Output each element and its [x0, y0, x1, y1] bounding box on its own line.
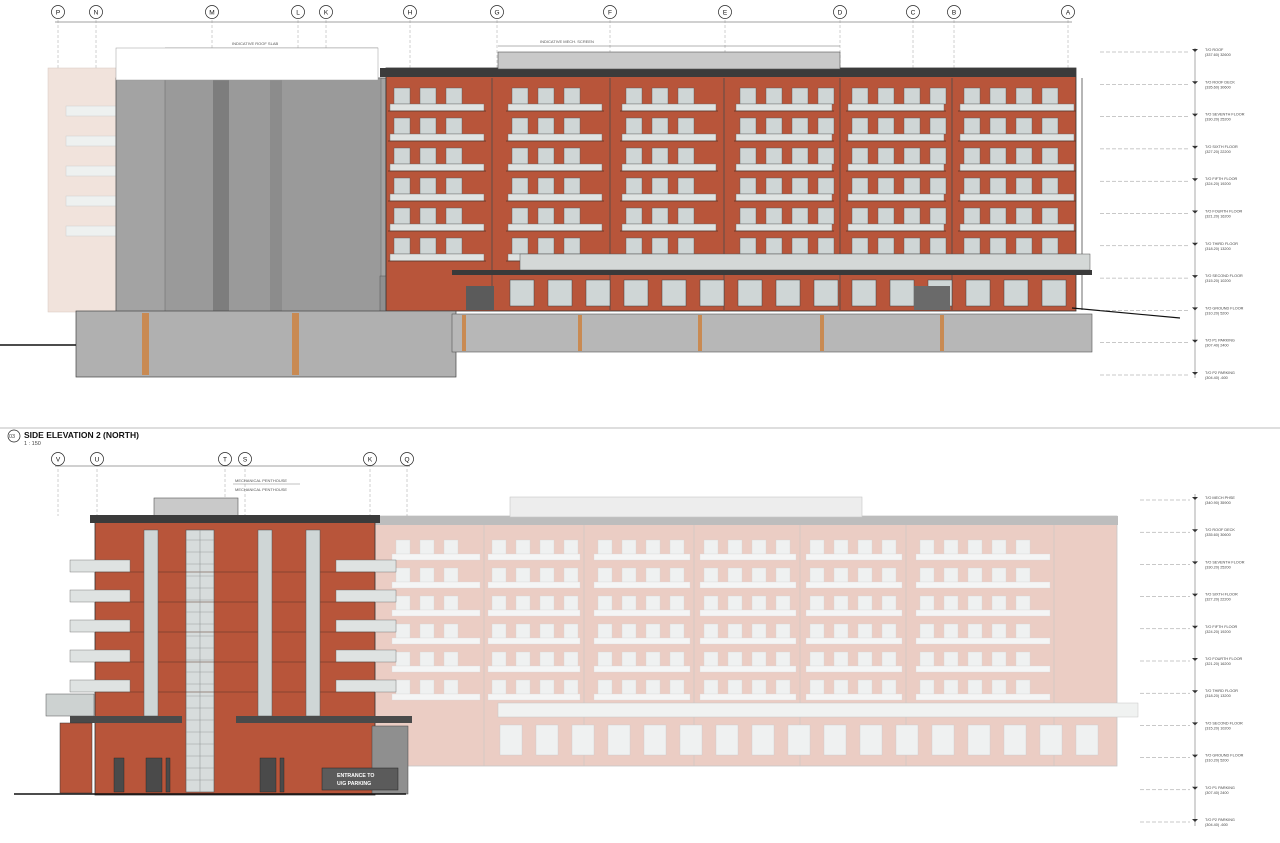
ghosted-building	[368, 496, 1139, 767]
level-elevation: (304.40) -600	[1205, 823, 1228, 827]
sign-line-2: U/G PARKING	[337, 781, 371, 787]
grid-upper-label-p: P	[56, 9, 60, 16]
drawing-title-block: 03 SIDE ELEVATION 2 (NORTH) 1 : 150	[7, 429, 139, 447]
level-name: T/O GROUND FLOOR	[1205, 306, 1244, 310]
grid-upper-label-a: A	[1066, 9, 1071, 16]
grid-lower-label-k: K	[368, 456, 373, 463]
level-elevation: (330.20) 25200	[1205, 118, 1231, 122]
elevation-drawing-sheet: P N M L K H G F E D C B A INDICATIVE ROOF SLAB INDIC…	[0, 5, 1280, 827]
podium-parking-right	[451, 313, 1093, 353]
level-name: T/O GROUND FLOOR	[1205, 754, 1244, 758]
roof-slab-outline	[115, 47, 379, 81]
grid-upper-label-g: G	[494, 9, 499, 16]
level-elevation: (321.20) 16200	[1205, 215, 1231, 219]
wing-parapet	[90, 515, 380, 523]
level-elevation: (324.20) 19200	[1205, 182, 1231, 186]
level-name: T/O P1 PARKING	[1205, 786, 1235, 790]
ground-canopy	[519, 253, 1091, 271]
grid-lower-label-s: S	[243, 456, 248, 463]
note-mech-screen: INDICATIVE MECH. SCREEN	[540, 39, 594, 44]
grid-upper-label-h: H	[408, 9, 413, 16]
ghost-wing-left	[47, 67, 119, 313]
level-elevation: (337.60) 32600	[1205, 53, 1231, 57]
grid-upper-label-f: F	[608, 9, 612, 16]
level-name: T/O THIRD FLOOR	[1205, 689, 1238, 693]
podium-parking-left	[75, 310, 457, 378]
level-name: T/O SEVENTH FLOOR	[1205, 113, 1245, 117]
mech-screen	[497, 51, 841, 70]
level-elevation: (307.40) 2400	[1205, 344, 1229, 348]
grid-upper-label-b: B	[952, 9, 956, 16]
level-elevation: (318.20) 13200	[1205, 694, 1231, 698]
level-elevation: (304.40) -600	[1205, 376, 1228, 380]
level-elevation: (335.60) 30600	[1205, 85, 1231, 89]
grid-upper-label-k: K	[324, 9, 329, 16]
level-name: T/O FOURTH FLOOR	[1205, 210, 1243, 214]
sign-line-1: ENTRANCE TO	[337, 773, 374, 779]
note-mech-penthouse-1: MECHANICAL PENTHOUSE	[235, 478, 287, 483]
grid-lower-label-t: T	[223, 456, 227, 463]
level-name: T/O P2 PARKING	[1205, 818, 1235, 822]
drawing-scale: 1 : 150	[24, 441, 41, 447]
level-elevation: (335.60) 30600	[1205, 533, 1231, 537]
grid-upper-label-d: D	[838, 9, 843, 16]
level-elevation: (340.90) 35900	[1205, 501, 1231, 505]
level-name: T/O P1 PARKING	[1205, 339, 1235, 343]
level-elevation: (321.20) 16200	[1205, 662, 1231, 666]
level-elevation: (310.20) 5200	[1205, 759, 1229, 763]
grid-lower-label-q: Q	[404, 456, 409, 463]
level-name: T/O SECOND FLOOR	[1205, 721, 1243, 725]
level-name: T/O P2 PARKING	[1205, 371, 1235, 375]
drawing-title: SIDE ELEVATION 2 (NORTH)	[24, 430, 139, 440]
level-name: T/O ROOF DECK	[1205, 80, 1235, 84]
north-elevation-upper: P N M L K H G F E D C B A INDICATIVE ROOF SLAB INDIC…	[0, 5, 1245, 380]
grid-upper-label-m: M	[209, 9, 214, 16]
level-markers-upper: T/O ROOF(337.60) 32600 T/O ROOF DECK(335.…	[1100, 48, 1245, 380]
level-markers-lower: T/O MECH PHSE(340.90) 35900 T/O ROOF DECK…	[1140, 496, 1245, 827]
level-name: T/O SECOND FLOOR	[1205, 274, 1243, 278]
level-name: T/O ROOF	[1205, 48, 1224, 52]
grid-upper-label-e: E	[723, 9, 728, 16]
grid-upper-label-c: C	[911, 9, 916, 16]
level-name: T/O FIFTH FLOOR	[1205, 177, 1238, 181]
level-name: T/O SIXTH FLOOR	[1205, 145, 1238, 149]
level-elevation: (327.20) 22200	[1205, 598, 1231, 602]
title-marker: 03	[9, 434, 15, 440]
level-name: T/O SEVENTH FLOOR	[1205, 560, 1245, 564]
grid-lower-label-u: U	[95, 456, 100, 463]
roof-parapet	[380, 68, 1076, 77]
grid-lower-label-v: V	[56, 456, 61, 463]
level-name: T/O THIRD FLOOR	[1205, 242, 1238, 246]
north-elevation-lower: V U T S K Q MECHANICAL PENTHOUSE MECHANICAL P…	[14, 452, 1245, 827]
level-name: T/O ROOF DECK	[1205, 528, 1235, 532]
level-name: T/O SIXTH FLOOR	[1205, 593, 1238, 597]
level-name: T/O FIFTH FLOOR	[1205, 625, 1238, 629]
level-elevation: (318.20) 13200	[1205, 247, 1231, 251]
level-elevation: (315.20) 10200	[1205, 726, 1231, 730]
note-mech-penthouse-2: MECHANICAL PENTHOUSE	[235, 487, 287, 492]
level-elevation: (310.20) 5200	[1205, 311, 1229, 315]
level-elevation: (324.20) 19200	[1205, 630, 1231, 634]
level-name: T/O MECH PHSE	[1205, 496, 1235, 500]
note-roof-slab: INDICATIVE ROOF SLAB	[232, 41, 278, 46]
level-elevation: (327.20) 22200	[1205, 150, 1231, 154]
grid-upper-label-n: N	[94, 9, 99, 16]
brick-facade-wing	[94, 517, 376, 796]
level-elevation: (330.20) 25200	[1205, 565, 1231, 569]
level-elevation: (307.40) 2400	[1205, 791, 1229, 795]
grid-upper-label-l: L	[296, 9, 300, 16]
level-name: T/O FOURTH FLOOR	[1205, 657, 1243, 661]
level-elevation: (315.20) 10200	[1205, 279, 1231, 283]
